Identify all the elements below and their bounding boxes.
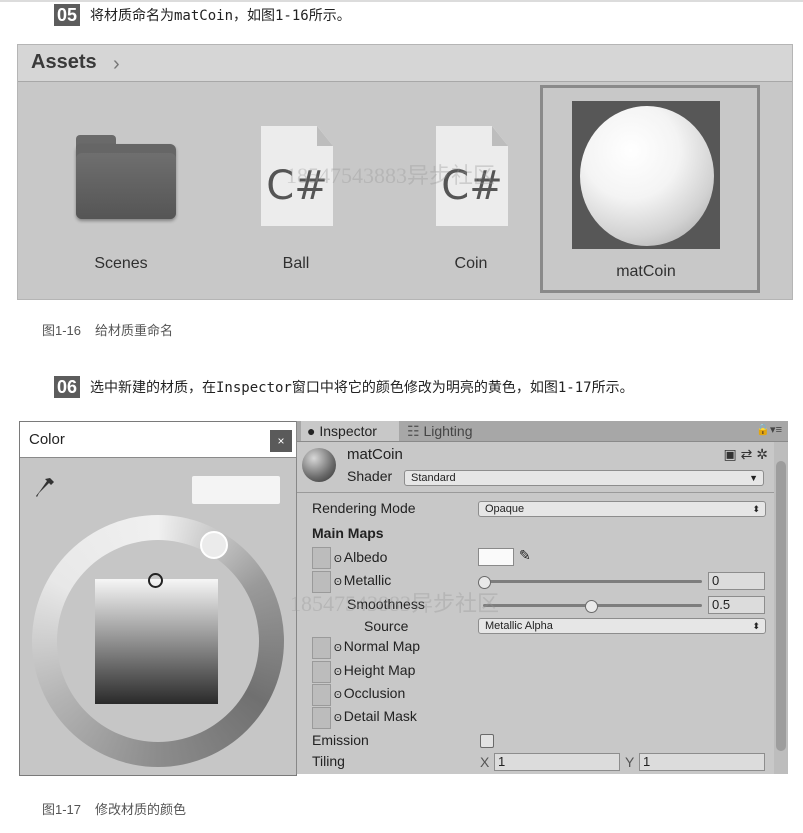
albedo-color-field[interactable] — [478, 548, 514, 566]
lighting-icon: ☷ — [407, 423, 420, 439]
step-06: 06 选中新建的材质，在Inspector窗口中将它的颜色修改为明亮的黄色，如图… — [54, 376, 634, 398]
color-preview-swatch — [192, 476, 280, 504]
detail-mask-label: ʘ Detail Mask — [334, 708, 417, 724]
rendering-mode-label: Rendering Mode — [312, 500, 416, 516]
step-number: 05 — [54, 4, 80, 26]
tiling-y-field[interactable]: 1 — [639, 753, 765, 771]
saturation-value-square[interactable] — [95, 579, 218, 704]
step-number: 06 — [54, 376, 80, 398]
asset-scenes[interactable]: Scenes — [46, 81, 196, 291]
picker-dot-icon[interactable]: ʘ — [334, 554, 342, 565]
asset-label: Coin — [454, 255, 488, 272]
header-icons[interactable]: ▣ ⇄ ✲ — [724, 446, 768, 463]
tiling-x-field[interactable]: 1 — [494, 753, 620, 771]
smoothness-field[interactable]: 0.5 — [708, 596, 765, 614]
figure-number: 图1-16 — [42, 323, 82, 338]
emission-label: Emission — [312, 732, 369, 748]
height-map-texture-slot[interactable] — [312, 661, 331, 683]
figure-number: 图1-17 — [42, 802, 82, 817]
eyedropper-icon[interactable]: ✎ — [519, 547, 531, 564]
occlusion-texture-slot[interactable] — [312, 684, 331, 706]
metallic-slider-track[interactable] — [483, 580, 702, 583]
tab-inspector[interactable]: ● Inspector — [301, 421, 399, 441]
material-sphere-icon — [580, 106, 714, 246]
albedo-texture-slot[interactable] — [312, 547, 331, 569]
shader-value: Standard — [411, 472, 456, 484]
figure-title: 给材质重命名 — [95, 323, 174, 338]
watermark: 18547543883异步社区 — [286, 163, 496, 188]
color-window: Color × — [19, 421, 297, 776]
height-map-label: ʘ Height Map — [334, 662, 416, 678]
assets-header: Assets › — [18, 45, 792, 82]
tiling-x-label: X — [480, 754, 490, 770]
picker-dot-icon[interactable]: ʘ — [334, 667, 342, 678]
hue-knob[interactable] — [200, 531, 228, 559]
shader-dropdown[interactable]: Standard ▼ — [404, 470, 764, 486]
main-maps-label: Main Maps — [312, 525, 384, 541]
material-name: matCoin — [347, 446, 403, 463]
figure-caption-16: 图1-16 给材质重命名 — [42, 320, 173, 339]
shader-label: Shader — [347, 468, 393, 484]
figure-title: 修改材质的颜色 — [95, 802, 187, 817]
step-text: 将材质命名为matCoin，如图1-16所示。 — [90, 8, 351, 24]
rendering-mode-value: Opaque — [485, 503, 525, 515]
smoothness-slider-knob[interactable] — [585, 600, 598, 613]
info-icon: ● — [307, 423, 316, 439]
picker-dot-icon[interactable]: ʘ — [334, 690, 342, 701]
detail-mask-texture-slot[interactable] — [312, 707, 331, 729]
asset-label: Scenes — [94, 255, 148, 272]
tab-bar: ● Inspector ☷ Lighting 🔒▾≡ — [297, 421, 788, 442]
step-text: 选中新建的材质，在Inspector窗口中将它的颜色修改为明亮的黄色，如图1-1… — [90, 380, 634, 396]
emission-checkbox[interactable] — [480, 734, 494, 748]
picker-dot-icon[interactable]: ʘ — [334, 643, 342, 654]
asset-label: Ball — [282, 255, 310, 272]
albedo-label: ʘ Albedo — [334, 549, 388, 565]
dropdown-arrow-icon: ⬍ — [752, 621, 760, 631]
dropdown-arrow-icon: ⬍ — [752, 504, 760, 514]
lock-icon[interactable]: 🔒▾≡ — [756, 423, 782, 436]
tiling-label: Tiling — [312, 753, 345, 769]
step-05: 05 将材质命名为matCoin，如图1-16所示。 — [54, 4, 351, 26]
normal-map-label: ʘ Normal Map — [334, 638, 421, 654]
color-window-title: Color — [29, 431, 65, 448]
saturation-value-knob[interactable] — [148, 573, 163, 588]
scrollbar-thumb[interactable] — [776, 461, 786, 751]
material-preview-icon — [302, 448, 336, 482]
watermark: 18547543883异步社区 — [290, 591, 500, 616]
tiling-y-label: Y — [625, 754, 635, 770]
source-label: Source — [364, 618, 409, 634]
rendering-mode-dropdown[interactable]: Opaque ⬍ — [478, 501, 766, 517]
chevron-right-icon[interactable]: › — [113, 53, 120, 76]
eyedropper-icon[interactable] — [34, 476, 56, 506]
source-value: Metallic Alpha — [485, 620, 553, 632]
picker-dot-icon[interactable]: ʘ — [334, 713, 342, 724]
color-window-header: Color × — [20, 422, 296, 458]
occlusion-label: ʘ Occlusion — [334, 685, 406, 701]
source-dropdown[interactable]: Metallic Alpha ⬍ — [478, 618, 766, 634]
material-header: matCoin Shader Standard ▼ ▣ ⇄ ✲ — [297, 442, 788, 493]
tab-label: Lighting — [423, 423, 473, 439]
close-button[interactable]: × — [270, 430, 292, 452]
asset-label: matCoin — [616, 263, 676, 280]
figure-caption-17: 图1-17 修改材质的颜色 — [42, 799, 186, 818]
assets-title: Assets — [31, 51, 97, 73]
tab-lighting[interactable]: ☷ Lighting — [401, 421, 497, 441]
metallic-field[interactable]: 0 — [708, 572, 765, 590]
dropdown-arrow-icon: ▼ — [749, 473, 758, 483]
tab-label: Inspector — [319, 423, 377, 439]
top-divider — [0, 0, 803, 2]
normal-map-texture-slot[interactable] — [312, 637, 331, 659]
